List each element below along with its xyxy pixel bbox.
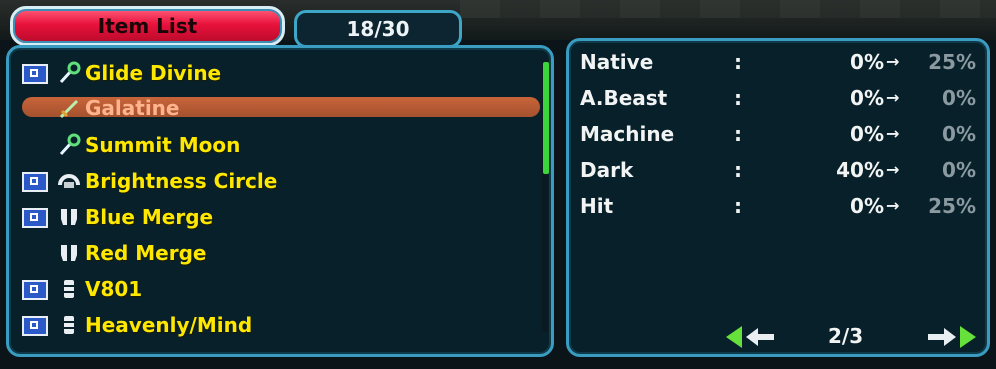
list-item[interactable]: Summit Moon: [22, 130, 542, 160]
list-item[interactable]: Blue Merge: [22, 202, 542, 232]
arrow-left-icon: [726, 326, 774, 348]
stat-colon: :: [734, 50, 742, 74]
item-label: Glide Divine: [85, 61, 222, 85]
stat-colon: :: [734, 158, 742, 182]
stat-next: 25%: [928, 194, 976, 218]
item-label: Brightness Circle: [85, 169, 278, 193]
stat-name: A.Beast: [580, 86, 668, 110]
arrow-right-icon: →: [886, 196, 900, 215]
stat-row-hit: Hit : 0% → 25%: [566, 188, 990, 224]
arrow-right-icon: →: [886, 88, 900, 107]
item-label: Blue Merge: [85, 205, 214, 229]
equip-tag-icon: [22, 172, 48, 192]
list-item[interactable]: Glide Divine: [22, 58, 542, 88]
tab-item-list[interactable]: Item List: [10, 6, 285, 46]
stat-next: 25%: [928, 50, 976, 74]
item-label: Heavenly/Mind: [85, 313, 253, 337]
list-item[interactable]: Red Merge: [22, 238, 542, 268]
scrollbar-thumb[interactable]: [543, 62, 549, 174]
stat-current: 40%: [836, 158, 884, 182]
stat-name: Dark: [580, 158, 634, 182]
list-item[interactable]: Heavenly/Mind: [22, 310, 542, 340]
pager: 2/3: [566, 320, 990, 352]
stat-colon: :: [734, 194, 742, 218]
wand-icon: [56, 132, 82, 158]
equip-tag-icon: [22, 316, 48, 336]
equip-tag-icon: [22, 280, 48, 300]
list-item-selected[interactable]: Galatine: [22, 93, 542, 123]
stat-next: 0%: [942, 158, 976, 182]
stat-row-abeast: A.Beast : 0% → 0%: [566, 80, 990, 116]
stat-colon: :: [734, 122, 742, 146]
unit-icon: [56, 276, 82, 302]
equip-tag-icon: [22, 64, 48, 84]
stats-content: Native : 0% → 25% A.Beast : 0% → 0% Mach…: [566, 38, 990, 357]
stat-row-native: Native : 0% → 25%: [566, 44, 990, 80]
item-count-tab: 18/30: [294, 10, 462, 48]
prev-page-button[interactable]: [726, 326, 782, 353]
armor-icon: [56, 240, 82, 266]
item-label: Summit Moon: [85, 133, 241, 157]
arrow-right-icon: →: [886, 160, 900, 179]
stat-next: 0%: [942, 122, 976, 146]
armor-icon: [56, 204, 82, 230]
page-indicator: 2/3: [828, 324, 864, 348]
arrow-right-icon: →: [886, 124, 900, 143]
stat-current: 0%: [850, 50, 884, 74]
arrow-right-icon: →: [886, 52, 900, 71]
circle-icon: [56, 168, 82, 194]
stat-name: Hit: [580, 194, 614, 218]
item-label: Red Merge: [85, 241, 207, 265]
stat-colon: :: [734, 86, 742, 110]
stat-name: Machine: [580, 122, 675, 146]
stat-current: 0%: [850, 86, 884, 110]
stat-current: 0%: [850, 122, 884, 146]
next-page-button[interactable]: [920, 326, 976, 353]
stat-next: 0%: [942, 86, 976, 110]
list-item[interactable]: V801: [22, 274, 542, 304]
item-label: Galatine: [85, 96, 180, 120]
stat-name: Native: [580, 50, 654, 74]
item-count: 18/30: [346, 17, 410, 41]
unit-icon: [56, 312, 82, 338]
arrow-right-icon: [928, 326, 976, 348]
stat-current: 0%: [850, 194, 884, 218]
stat-row-dark: Dark : 40% → 0%: [566, 152, 990, 188]
wand-icon: [56, 60, 82, 86]
list-item[interactable]: Brightness Circle: [22, 166, 542, 196]
sword-icon: [56, 95, 82, 121]
stat-row-machine: Machine : 0% → 0%: [566, 116, 990, 152]
tab-item-list-label: Item List: [97, 14, 198, 38]
equip-tag-icon: [22, 208, 48, 228]
item-label: V801: [85, 277, 143, 301]
